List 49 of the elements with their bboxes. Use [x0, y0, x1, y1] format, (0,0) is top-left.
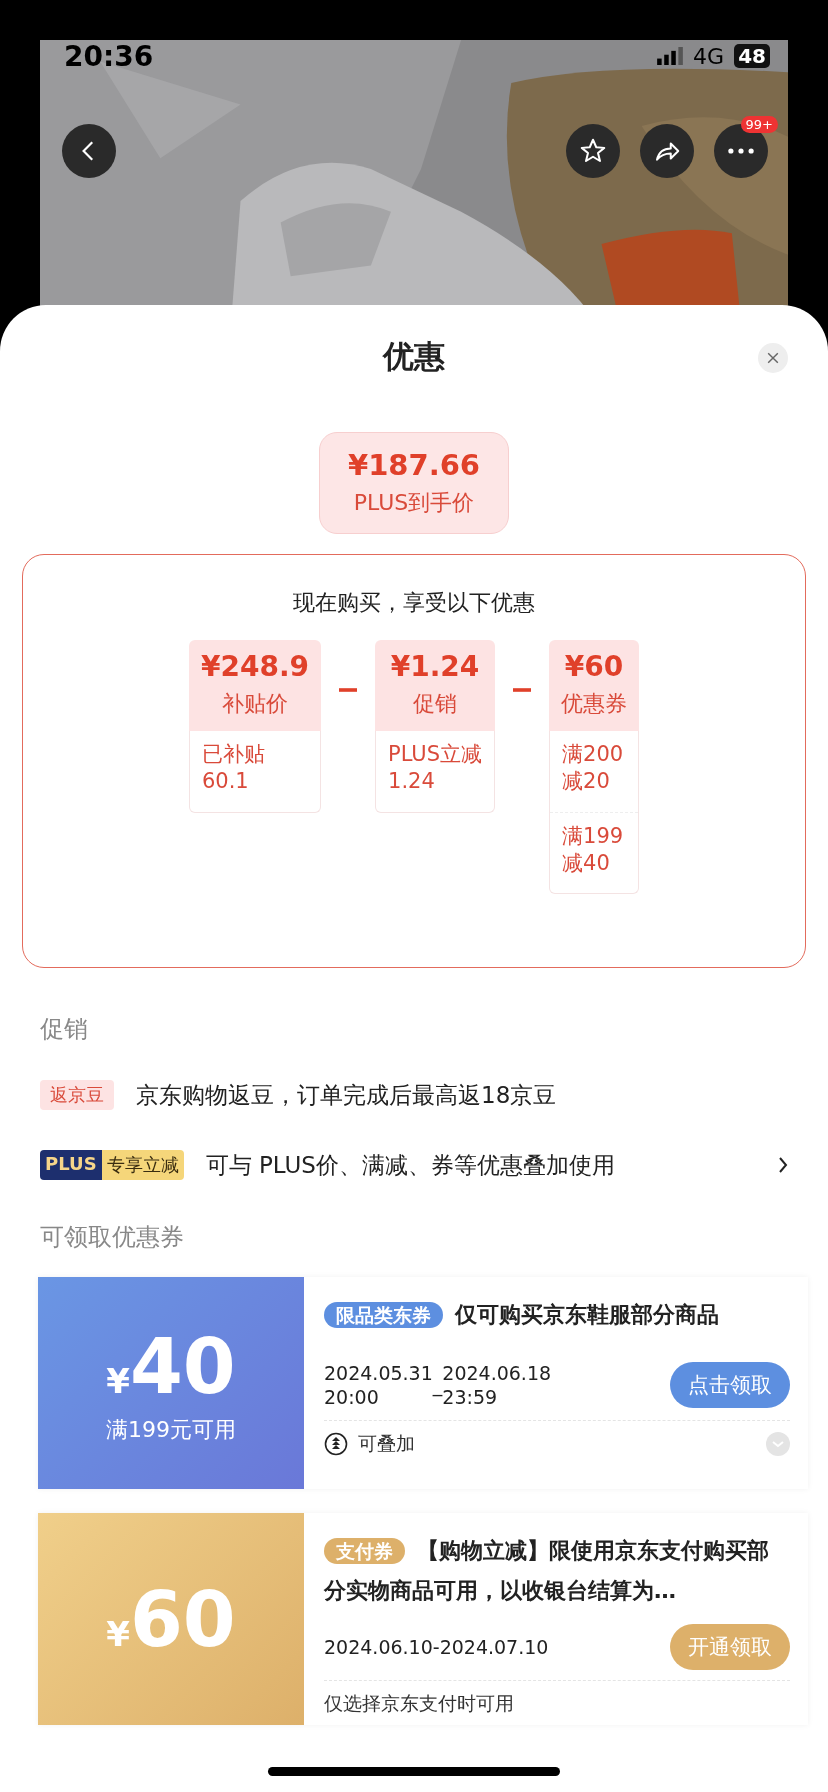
- claim-button[interactable]: 开通领取: [670, 1624, 790, 1671]
- promo-text: 京东购物返豆，订单完成后最高返18京豆: [136, 1080, 558, 1110]
- claim-button[interactable]: 点击领取: [670, 1362, 790, 1409]
- discount-detail: PLUS立减 1.24: [387, 741, 484, 796]
- price-amount: ¥1.24: [390, 650, 480, 683]
- price-label: 促销: [413, 690, 458, 718]
- promo-tag: 返京豆: [40, 1080, 114, 1110]
- start-date: 2024.05.31 20:00: [324, 1360, 433, 1410]
- final-price-label: PLUS到手价: [353, 489, 475, 517]
- coupon-title: 限品类东券 仅可购买京东鞋服部分商品: [324, 1302, 719, 1327]
- plus-tag-label: 专享立减: [101, 1150, 184, 1180]
- section-heading: 促销: [40, 1014, 89, 1045]
- close-button[interactable]: [758, 343, 788, 373]
- end-date: 2024.06.18 23:59: [442, 1360, 552, 1410]
- price-amount: ¥248.9: [200, 650, 309, 683]
- date-separator: _: [432, 1374, 443, 1397]
- price-label: 优惠券: [561, 690, 628, 718]
- promo-text: 可与 PLUS价、满减、券等优惠叠加使用: [205, 1150, 616, 1180]
- coupon-amount: 60: [129, 1574, 236, 1664]
- signal-icon: [657, 47, 684, 65]
- coupon-condition: 满199元可用: [106, 1415, 236, 1444]
- price-amount: ¥60: [564, 650, 624, 683]
- discount-detail: 满199 减40: [550, 811, 639, 894]
- more-icon: [728, 148, 754, 154]
- stack-icon: [324, 1431, 348, 1456]
- validity-dates: 2024.06.10-2024.07.10: [324, 1634, 549, 1660]
- sheet-title: 优惠: [383, 337, 445, 376]
- close-icon: [765, 350, 781, 366]
- price-label: 补贴价: [222, 690, 288, 718]
- coupon-title: 支付券 【购物立减】限使用京东支付购买部分实物商品可用，以收银台结算为…: [324, 1538, 769, 1603]
- network-label: 4G: [693, 43, 725, 69]
- breakdown-title: 现在购买，享受以下优惠: [293, 589, 535, 617]
- currency-symbol: ¥: [106, 1613, 130, 1654]
- coupon-note: 可叠加: [358, 1430, 416, 1456]
- minus-icon: [339, 688, 357, 692]
- coupon-note: 仅选择京东支付时可用: [324, 1691, 515, 1717]
- status-time: 20:36: [64, 39, 154, 73]
- battery-level: 48: [734, 44, 770, 68]
- minus-icon: [513, 688, 532, 692]
- currency-symbol: ¥: [106, 1360, 130, 1401]
- final-price: ¥187.66: [347, 448, 481, 482]
- plus-badge: PLUS: [40, 1150, 102, 1180]
- discount-detail: 满200 减20: [561, 741, 625, 796]
- section-heading: 可领取优惠券: [40, 1222, 185, 1253]
- coupon-amount: 40: [129, 1321, 236, 1411]
- discount-detail: 已补贴 60.1: [200, 741, 266, 796]
- coupon-tag: 支付券: [324, 1538, 405, 1564]
- coupon-tag: 限品类东券: [324, 1302, 443, 1328]
- chevron-icon[interactable]: [778, 1156, 788, 1174]
